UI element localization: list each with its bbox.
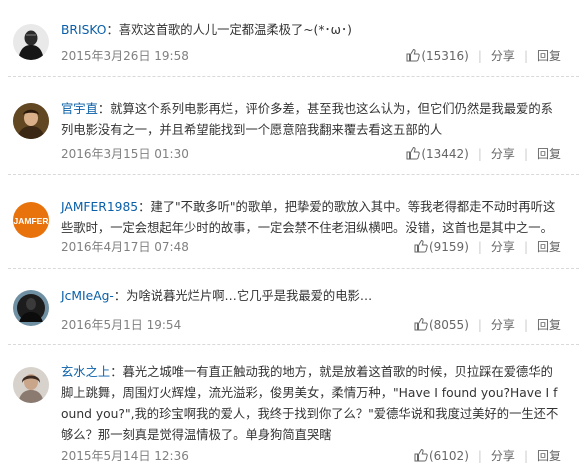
avatar[interactable] [13,367,49,403]
like-button[interactable]: (6102) [414,447,469,465]
thumbs-up-icon [414,317,428,331]
share-button[interactable]: 分享 [491,447,515,465]
username-link[interactable]: JAMFER1985 [61,200,138,214]
reply-button[interactable]: 回复 [537,316,561,334]
like-button[interactable]: (15316) [406,47,469,65]
comment-actions: (13442) | 分享 | 回复 [406,145,561,163]
comment-time: 2016年3月15日 01:30 [61,147,189,161]
comment-content: 就算这个系列电影再烂，评价多差，甚至我也这么认为，但它们仍然是我最爱的系列电影没… [61,102,553,137]
username-link[interactable]: 官宇直 [61,102,98,116]
thumbs-up-icon [406,146,421,160]
comment-text: JcMIeAg-：为啥说暮光烂片啊…它几乎是我最爱的电影… [61,289,373,303]
comment-content: 暮光之城唯一有直正触动我的地方，就是放着这首歌的时候，贝拉踩在爱德华的脚上跳舞，… [61,365,559,442]
comment-meta: 2015年3月26日 19:58 (15316) | 分享 | 回复 [61,47,561,65]
like-count: (9159) [428,240,469,254]
avatar[interactable] [13,290,49,326]
divider: | [477,49,482,63]
like-button[interactable]: (9159) [414,238,469,256]
comment-content: 为啥说暮光烂片啊…它几乎是我最爱的电影… [126,289,373,303]
share-button[interactable]: 分享 [491,316,515,334]
divider: | [523,49,528,63]
comment-content: 喜欢这首歌的人儿一定都温柔极了~(*･ω･) [118,23,352,37]
share-button[interactable]: 分享 [491,145,515,163]
thumbs-up-icon [406,48,421,62]
thumbs-up-icon [414,448,428,462]
avatar[interactable] [13,103,49,139]
comment-meta: 2016年4月17日 07:48 (9159) | 分享 | 回复 [61,238,561,256]
comment-time: 2015年5月14日 12:36 [61,449,189,463]
like-count: (13442) [421,147,469,161]
comment-actions: (8055) | 分享 | 回复 [414,316,561,334]
comment-meta: 2016年3月15日 01:30 (13442) | 分享 | 回复 [61,145,561,163]
comment-text: 玄水之上：暮光之城唯一有直正触动我的地方，就是放着这首歌的时候，贝拉踩在爱德华的… [61,365,559,442]
divider: | [477,240,482,254]
divider: | [477,449,482,463]
like-button[interactable]: (8055) [414,316,469,334]
like-count: (8055) [428,318,469,332]
avatar[interactable] [13,24,49,60]
avatar[interactable]: JAMFER [13,202,49,238]
like-button[interactable]: (13442) [406,145,469,163]
username-link[interactable]: 玄水之上 [61,365,110,379]
divider: | [477,147,482,161]
reply-button[interactable]: 回复 [537,47,561,65]
reply-button[interactable]: 回复 [537,447,561,465]
divider: | [523,240,528,254]
comment-actions: (6102) | 分享 | 回复 [414,447,561,465]
like-count: (6102) [428,449,469,463]
comment-time: 2016年5月1日 19:54 [61,318,182,332]
comment-actions: (9159) | 分享 | 回复 [414,238,561,256]
comment-time: 2015年3月26日 19:58 [61,49,189,63]
reply-button[interactable]: 回复 [537,145,561,163]
username-link[interactable]: JcMIeAg- [61,289,114,303]
username-link[interactable]: BRISKO [61,23,106,37]
comment-text: 官宇直：就算这个系列电影再烂，评价多差，甚至我也这么认为，但它们仍然是我最爱的系… [61,102,553,137]
svg-text:JAMFER: JAMFER [14,216,49,226]
comment-meta: 2016年5月1日 19:54 (8055) | 分享 | 回复 [61,316,561,334]
reply-button[interactable]: 回复 [537,238,561,256]
divider: | [523,147,528,161]
divider: | [523,318,528,332]
comment-actions: (15316) | 分享 | 回复 [406,47,561,65]
like-count: (15316) [421,49,469,63]
divider: | [523,449,528,463]
comment-separator [8,76,579,77]
share-button[interactable]: 分享 [491,47,515,65]
divider: | [477,318,482,332]
comment-time: 2016年4月17日 07:48 [61,240,189,254]
comment-text: BRISKO：喜欢这首歌的人儿一定都温柔极了~(*･ω･) [61,23,352,37]
share-button[interactable]: 分享 [491,238,515,256]
comment-separator [8,174,579,175]
comment-separator [8,268,579,269]
comment-separator [8,344,579,345]
comment-meta: 2015年5月14日 12:36 (6102) | 分享 | 回复 [61,447,561,465]
comment-text: JAMFER1985：建了"不敢多听"的歌单，把挚爱的歌放入其中。等我老得都走不… [61,200,556,235]
thumbs-up-icon [414,239,428,253]
